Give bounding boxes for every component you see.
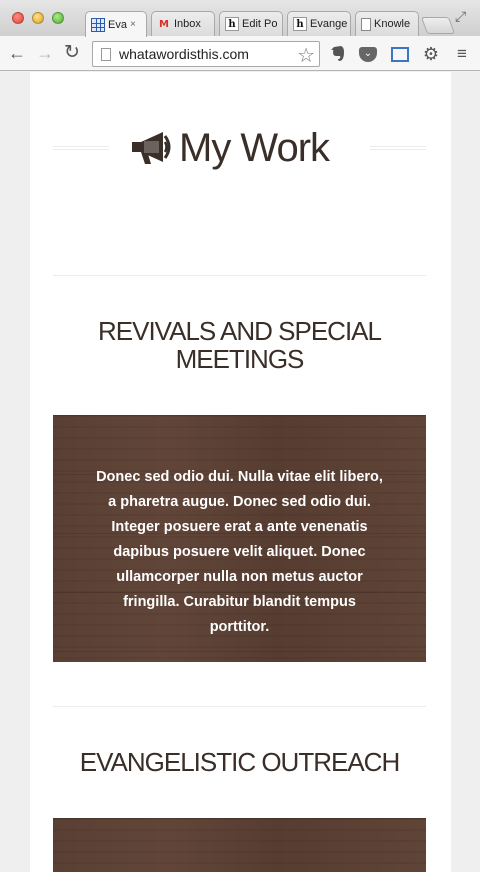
url-text[interactable]: whatawordisthis.com xyxy=(119,46,249,62)
browser-toolbar: ← → ↻ whatawordisthis.com ☆ ⌄ ⚙ ≡ xyxy=(0,36,480,71)
tab-knowledge[interactable]: Knowle xyxy=(355,11,419,36)
section-divider xyxy=(53,275,426,276)
gear-icon[interactable]: ⚙ xyxy=(421,44,441,64)
h-favicon-icon: h xyxy=(225,17,239,31)
page-content: My Work REVIVALS AND SPECIAL MEETINGS Do… xyxy=(30,72,451,872)
tab-label: Evange xyxy=(310,18,348,30)
tab-evangelist[interactable]: Eva × xyxy=(85,11,147,37)
reload-button[interactable]: ↻ xyxy=(64,43,80,63)
section-card-outreach xyxy=(53,818,426,872)
tab-strip: Eva × M Inbox h Edit Po h Evange Knowle … xyxy=(0,0,480,37)
section-title-outreach: EVANGELISTIC OUTREACH xyxy=(79,747,400,777)
pocket-extension-icon[interactable]: ⌄ xyxy=(358,44,378,64)
window-close-button[interactable] xyxy=(12,12,24,24)
bookmark-star-icon[interactable]: ☆ xyxy=(297,43,315,68)
back-button[interactable]: ← xyxy=(8,43,26,63)
window-maximize-button[interactable] xyxy=(52,12,64,24)
section-body-revivals: Donec sed odio dui. Nulla vitae elit lib… xyxy=(96,469,383,635)
menu-icon[interactable]: ≡ xyxy=(452,44,472,64)
section-title-revivals: REVIVALS AND SPECIAL MEETINGS xyxy=(98,316,382,374)
tab-inbox[interactable]: M Inbox xyxy=(151,11,215,36)
page-title: My Work xyxy=(129,124,330,172)
tab-label: Knowle xyxy=(374,18,411,30)
screen-capture-extension-icon[interactable] xyxy=(390,44,410,64)
gmail-favicon-icon: M xyxy=(159,18,169,30)
fullscreen-icon[interactable]: ⤢ xyxy=(455,8,466,25)
address-bar[interactable]: whatawordisthis.com ☆ xyxy=(92,41,320,67)
grid-favicon-icon xyxy=(91,17,105,32)
header-rule-right xyxy=(370,146,426,150)
tab-evangelist-2[interactable]: h Evange xyxy=(287,11,351,36)
tab-label: Eva xyxy=(108,18,127,31)
header-rule-left xyxy=(53,146,109,150)
tab-label: Edit Po xyxy=(242,18,278,30)
page-icon xyxy=(101,47,111,61)
new-tab-button[interactable] xyxy=(420,17,456,34)
megaphone-icon xyxy=(132,132,171,164)
tab-close-icon[interactable]: × xyxy=(130,19,136,30)
forward-button[interactable]: → xyxy=(36,43,54,63)
tab-edit-post[interactable]: h Edit Po xyxy=(219,11,283,36)
page-title-text: My Work xyxy=(179,125,330,170)
section-divider xyxy=(53,706,426,707)
page-header: My Work xyxy=(53,124,426,172)
tab-label: Inbox xyxy=(174,18,201,30)
page-viewport: My Work REVIVALS AND SPECIAL MEETINGS Do… xyxy=(0,72,480,872)
evernote-extension-icon[interactable] xyxy=(328,44,348,64)
window-minimize-button[interactable] xyxy=(32,12,44,24)
page-favicon-icon xyxy=(361,17,371,31)
section-card-revivals: Donec sed odio dui. Nulla vitae elit lib… xyxy=(53,415,426,662)
h-favicon-icon: h xyxy=(293,17,307,31)
